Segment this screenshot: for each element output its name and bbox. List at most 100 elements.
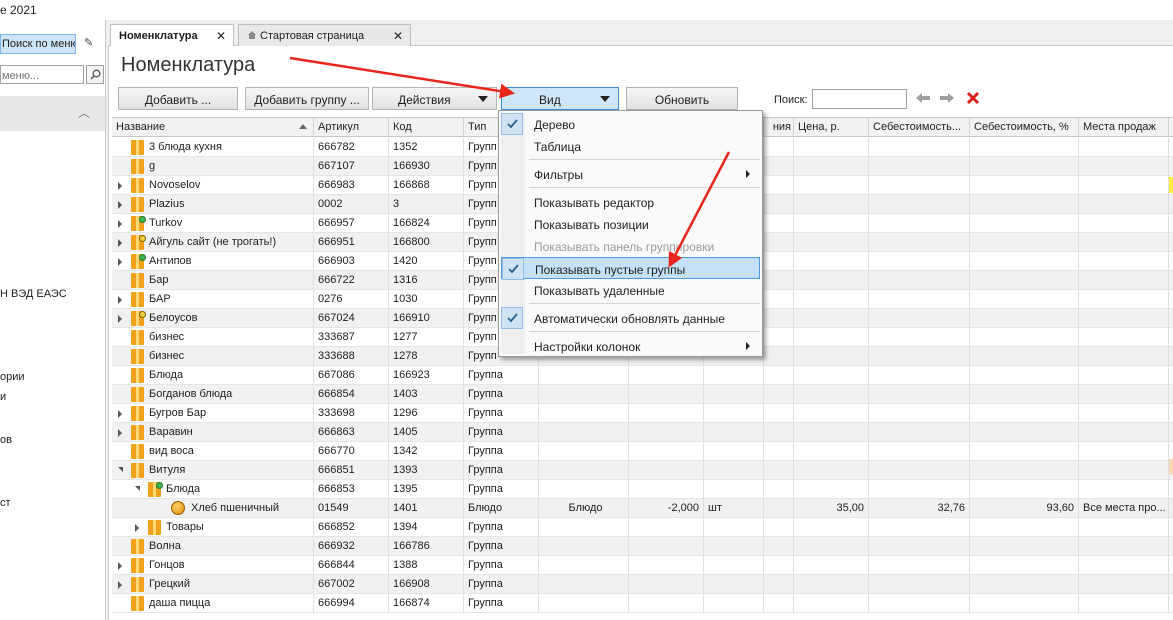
- column-header-code[interactable]: Код: [389, 118, 464, 137]
- sidebar-item[interactable]: ории: [0, 371, 25, 383]
- tab-nomenclature[interactable]: Номенклатура ✕: [110, 24, 234, 48]
- row-name: g: [149, 160, 156, 172]
- table-cell: [794, 556, 869, 575]
- table-row[interactable]: Гонцов 666844 1388 Группа: [112, 556, 1173, 575]
- column-header-price[interactable]: Цена, р.: [794, 118, 869, 137]
- expand-icon[interactable]: [118, 581, 122, 589]
- column-header-cost[interactable]: Себестоимость...: [869, 118, 970, 137]
- table-cell: [539, 423, 629, 442]
- expand-icon[interactable]: [118, 182, 122, 190]
- table-cell: [1079, 252, 1169, 271]
- table-cell: [794, 176, 869, 195]
- close-icon[interactable]: ✕: [216, 29, 226, 43]
- expand-icon[interactable]: [118, 315, 122, 323]
- table-row[interactable]: Витуля 666851 1393 Группа: [112, 461, 1173, 480]
- search-icon[interactable]: [86, 65, 104, 84]
- folder-icon: [148, 482, 163, 497]
- table-cell: [1079, 442, 1169, 461]
- table-cell: Витуля: [112, 461, 314, 480]
- column-header-unit[interactable]: ния: [764, 118, 794, 137]
- column-header-cost-percent[interactable]: Себестоимость, %: [970, 118, 1079, 137]
- add-group-button[interactable]: Добавить группу ...: [245, 87, 369, 110]
- table-cell: [869, 385, 970, 404]
- table-cell: Богданов блюда: [112, 385, 314, 404]
- pin-icon[interactable]: ✎: [84, 36, 93, 49]
- table-cell: [764, 328, 794, 347]
- add-button[interactable]: Добавить ...: [118, 87, 238, 110]
- row-name: Товары: [166, 521, 204, 533]
- sidebar-item[interactable]: ов: [0, 434, 12, 446]
- table-cell: Turkov: [112, 214, 314, 233]
- table-row[interactable]: вид воса 666770 1342 Группа: [112, 442, 1173, 461]
- expand-icon[interactable]: [118, 410, 122, 418]
- arrow-right-icon[interactable]: [939, 91, 955, 105]
- column-header-name[interactable]: Название: [112, 118, 314, 137]
- table-cell: [1079, 575, 1169, 594]
- column-header-places[interactable]: Места продаж: [1079, 118, 1169, 137]
- table-cell: [539, 518, 629, 537]
- table-cell: [764, 594, 794, 613]
- menu-item[interactable]: Фильтры: [501, 163, 760, 185]
- expand-icon[interactable]: [118, 201, 122, 209]
- table-row[interactable]: даша пицца 666994 166874 Группа: [112, 594, 1173, 613]
- expand-icon[interactable]: [118, 239, 122, 247]
- arrow-left-icon[interactable]: [915, 91, 931, 105]
- table-cell: [970, 480, 1079, 499]
- row-name: Turkov: [149, 217, 183, 229]
- table-row[interactable]: Блюда 667086 166923 Группа: [112, 366, 1173, 385]
- refresh-button[interactable]: Обновить: [626, 87, 738, 110]
- chevron-up-icon[interactable]: ︿: [78, 104, 90, 121]
- expand-icon[interactable]: [118, 220, 122, 228]
- clear-search-icon[interactable]: [966, 91, 980, 105]
- collapse-icon[interactable]: [135, 486, 140, 491]
- menu-item[interactable]: Показывать пустые группы: [501, 257, 760, 280]
- table-row[interactable]: Блюда 666853 1395 Группа: [112, 480, 1173, 499]
- expand-icon[interactable]: [118, 296, 122, 304]
- expand-icon[interactable]: [118, 258, 122, 266]
- table-row[interactable]: Варавин 666863 1405 Группа: [112, 423, 1173, 442]
- table-cell: [869, 176, 970, 195]
- close-icon[interactable]: ✕: [393, 29, 403, 43]
- table-row[interactable]: Волна 666932 166786 Группа: [112, 537, 1173, 556]
- table-row[interactable]: Грецкий 667002 166908 Группа: [112, 575, 1173, 594]
- menu-item[interactable]: Настройки колонок: [501, 335, 760, 357]
- row-name: Блюда: [149, 369, 184, 381]
- table-cell: Группа: [464, 556, 539, 575]
- view-dropdown-button[interactable]: Вид: [501, 87, 619, 110]
- table-cell: [869, 347, 970, 366]
- table-cell: [1079, 271, 1169, 290]
- menu-item[interactable]: Показывать редактор: [501, 191, 760, 213]
- tab-start-page[interactable]: Стартовая страница ✕: [238, 24, 411, 47]
- expand-icon[interactable]: [118, 429, 122, 437]
- actions-dropdown-button[interactable]: Действия: [372, 87, 497, 110]
- table-row[interactable]: Богданов блюда 666854 1403 Группа: [112, 385, 1173, 404]
- menu-item[interactable]: Дерево: [501, 113, 760, 135]
- sidebar-item[interactable]: и: [0, 391, 6, 403]
- table-row[interactable]: Хлеб пшеничный 01549 1401 Блюдо Блюдо -2,000 ш…: [112, 499, 1173, 518]
- expand-icon[interactable]: [118, 562, 122, 570]
- collapse-icon[interactable]: [118, 467, 123, 472]
- menu-item[interactable]: Таблица: [501, 135, 760, 157]
- table-cell: [539, 385, 629, 404]
- table-cell: [1079, 556, 1169, 575]
- menu-item[interactable]: Показывать удаленные: [501, 279, 760, 301]
- folder-icon: [131, 197, 144, 212]
- menu-item[interactable]: Автоматически обновлять данные: [501, 307, 760, 329]
- table-cell: [764, 537, 794, 556]
- column-header-article[interactable]: Артикул: [314, 118, 389, 137]
- table-cell: [764, 518, 794, 537]
- table-cell: [539, 480, 629, 499]
- menu-search-input[interactable]: [0, 65, 84, 84]
- menu-search-button[interactable]: Поиск по меню: [0, 34, 76, 54]
- table-cell: [539, 594, 629, 613]
- table-cell: [1079, 138, 1169, 157]
- sidebar-item[interactable]: Н ВЭД ЕАЭС: [0, 288, 67, 300]
- folder-icon: [131, 596, 144, 611]
- table-row[interactable]: Бугров Бар 333698 1296 Группа: [112, 404, 1173, 423]
- table-row[interactable]: Товары 666852 1394 Группа: [112, 518, 1173, 537]
- expand-icon[interactable]: [135, 524, 139, 532]
- table-cell: [970, 157, 1079, 176]
- search-input[interactable]: [812, 89, 907, 109]
- menu-item[interactable]: Показывать позиции: [501, 213, 760, 235]
- sidebar-item[interactable]: ст: [0, 497, 11, 509]
